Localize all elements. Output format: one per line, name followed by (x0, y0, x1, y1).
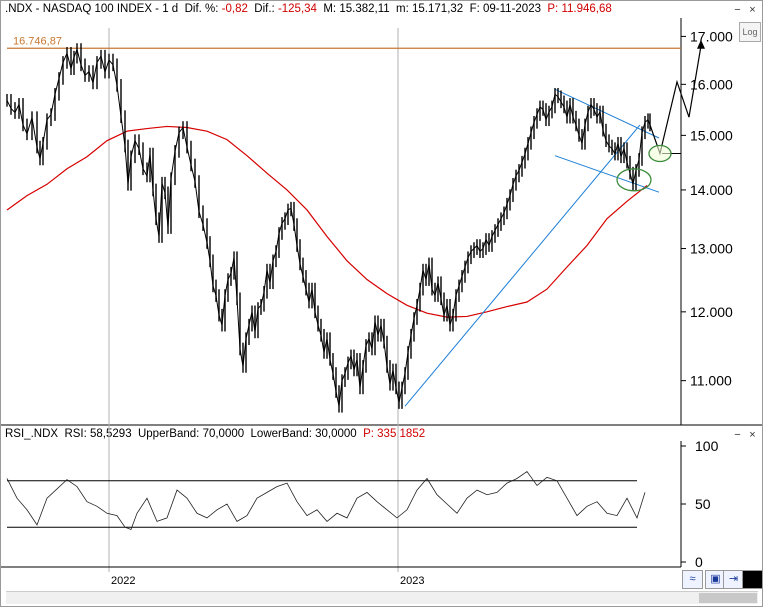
wave-tool-icon[interactable]: ≈ (682, 570, 703, 589)
rsi-line (6, 470, 646, 531)
price-tick-label: 11.000 (690, 373, 732, 389)
price-tick-label: 16.000 (690, 76, 733, 92)
year-tick-label: 2023 (400, 575, 424, 587)
rsi-tick-label: 0 (695, 554, 703, 570)
price-tick-label: 17.000 (690, 28, 733, 44)
moving-average-line (6, 125, 648, 318)
expand-icon[interactable]: ⇥ (723, 570, 744, 589)
scrollbar-thumb[interactable] (699, 593, 757, 603)
trend-line (554, 155, 660, 193)
horizontal-scrollbar[interactable] (6, 591, 758, 604)
highlight-ellipse (648, 144, 672, 163)
price-tick-label: 12.000 (690, 304, 733, 320)
rsi-tick-label: 50 (695, 496, 711, 512)
rsi-grid (1, 441, 686, 568)
chart-canvas[interactable]: 17.000 16.000 15.000 14.000 13.000 12.000 11.0… (1, 1, 762, 606)
resistance-label: 16.746,87 (13, 35, 62, 47)
price-tick-label: 14.000 (690, 182, 733, 198)
color-black-icon[interactable] (742, 570, 763, 589)
rsi-tick-label: 100 (695, 438, 719, 454)
chart-window: .NDX - NASDAQ 100 INDEX - 1 d Dif. %: -0… (0, 0, 763, 607)
chart-marks (6, 39, 705, 531)
price-tick-label: 13.000 (690, 241, 733, 257)
year-tick-label: 2022 (111, 575, 135, 587)
price-grid (1, 18, 762, 572)
price-tick-label: 15.000 (690, 127, 733, 143)
